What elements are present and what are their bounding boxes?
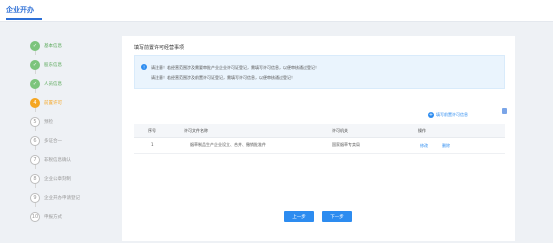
plus-circle-icon: + <box>428 112 434 118</box>
step-number: 6 <box>30 136 40 146</box>
step-basic-info[interactable]: ✓ 基本信息 <box>30 41 110 53</box>
step-label: 基本信息 <box>44 44 62 49</box>
col-header-authority: 许可机关 <box>332 128 348 133</box>
table-header: 序号 许可文件名称 许可机关 操作 <box>134 124 505 138</box>
row-no: 1 <box>151 142 154 147</box>
notice-line-1: 请注意！若经营范围涉及需要审批产业企业许可证登记，需填写许可信息，以便审核通过登… <box>151 65 319 70</box>
check-icon: ✓ <box>30 41 40 51</box>
step-number: 7 <box>30 155 40 165</box>
row-authority: 国家烟草专卖局 <box>332 142 360 147</box>
step-label: 多证合一 <box>44 139 62 144</box>
step-label: 企业开办申请登记 <box>44 196 80 201</box>
table-row: 1 烟草制品生产企业设立、合并、撤销批准件 国家烟草专卖局 修改 删除 <box>134 138 505 154</box>
step-label: 股东信息 <box>44 63 62 68</box>
step-personnel-info[interactable]: ✓ 人员信息 <box>30 79 110 91</box>
step-nontax-info[interactable]: 7 非税信息确认 <box>30 155 110 167</box>
step-multi-cert[interactable]: 6 多证合一 <box>30 136 110 148</box>
step-number: 5 <box>30 117 40 127</box>
step-label: 非税信息确认 <box>44 158 71 163</box>
step-registration-apply[interactable]: 9 企业开办申请登记 <box>30 193 110 205</box>
add-permit-label: 填写前置许可信息 <box>436 112 468 117</box>
step-label: 预检 <box>44 120 53 125</box>
step-number: 10 <box>30 212 40 222</box>
step-seal-engraving[interactable]: 8 企业公章刻制 <box>30 174 110 186</box>
step-label: 申报方式 <box>44 215 62 220</box>
next-step-button[interactable]: 下一步 <box>322 211 352 222</box>
main-panel: 填写前置许可经营事项 ! 请注意！若经营范围涉及需要审批产业企业许可证登记，需填… <box>122 36 515 241</box>
edit-button[interactable]: 修改 <box>420 143 428 149</box>
col-header-actions: 操作 <box>418 128 426 133</box>
check-icon: ✓ <box>30 60 40 70</box>
delete-button[interactable]: 删除 <box>442 143 450 149</box>
step-sidebar: ✓ 基本信息 ✓ 股东信息 ✓ 人员信息 4 前置许可 5 预检 6 多证合一 … <box>30 36 110 241</box>
col-header-no: 序号 <box>148 128 156 133</box>
step-label: 前置许可 <box>44 101 62 106</box>
step-label: 人员信息 <box>44 82 62 87</box>
notice-box: ! 请注意！若经营范围涉及需要审批产业企业许可证登记，需填写许可信息，以便审核通… <box>134 55 505 89</box>
app-title: 企业开办 <box>6 6 34 14</box>
step-number: 8 <box>30 174 40 184</box>
notice-line-2: 请注意！若经营范围涉及前置许可证登记，需填写许可信息，以便审核通过登记！ <box>151 75 295 80</box>
page-title: 填写前置许可经营事项 <box>134 45 185 51</box>
permit-table: 序号 许可文件名称 许可机关 操作 1 烟草制品生产企业设立、合并、撤销批准件 … <box>134 124 505 154</box>
step-submit-method[interactable]: 10 申报方式 <box>30 212 110 224</box>
step-shareholder-info[interactable]: ✓ 股东信息 <box>30 60 110 72</box>
step-precheck[interactable]: 5 预检 <box>30 117 110 129</box>
add-permit-link[interactable]: + 填写前置许可信息 <box>428 112 468 118</box>
top-bar: 企业开办 <box>0 0 553 22</box>
step-label: 企业公章刻制 <box>44 177 71 182</box>
title-underline <box>6 18 42 20</box>
step-pre-permit[interactable]: 4 前置许可 <box>30 98 110 110</box>
info-icon: ! <box>141 64 147 70</box>
check-icon: ✓ <box>30 79 40 89</box>
prev-step-button[interactable]: 上一步 <box>284 211 314 222</box>
step-number: 9 <box>30 193 40 203</box>
document-icon[interactable] <box>502 108 507 114</box>
row-permit-name: 烟草制品生产企业设立、合并、撤销批准件 <box>190 142 266 147</box>
step-number: 4 <box>30 98 40 108</box>
col-header-name: 许可文件名称 <box>184 128 208 133</box>
